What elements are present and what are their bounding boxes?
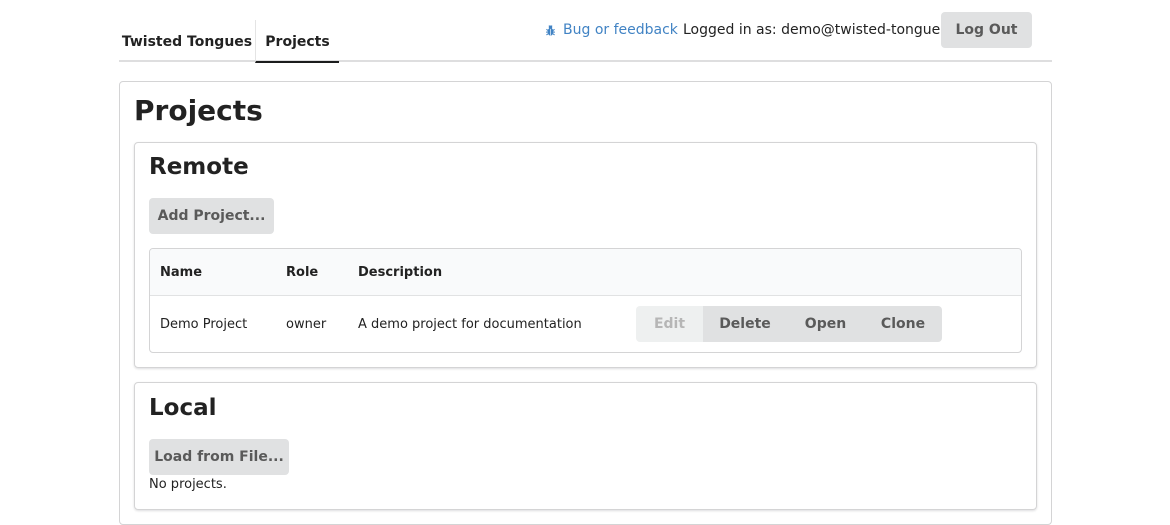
column-header-role: Role bbox=[286, 265, 319, 280]
local-title: Local bbox=[149, 395, 217, 421]
column-header-description: Description bbox=[358, 265, 443, 280]
tab-label: Twisted Tongues bbox=[121, 34, 253, 50]
delete-button[interactable]: Delete bbox=[703, 306, 787, 342]
cell-description: A demo project for documentation bbox=[358, 317, 582, 332]
column-header-name: Name bbox=[160, 265, 203, 280]
remote-title: Remote bbox=[149, 154, 249, 180]
feedback-label: Bug or feedback bbox=[563, 22, 678, 38]
empty-state-text: No projects. bbox=[149, 477, 227, 492]
tab-projects[interactable]: Projects bbox=[255, 20, 339, 63]
cell-name: Demo Project bbox=[160, 317, 248, 332]
local-section: Local Load from File... No projects. bbox=[134, 382, 1037, 510]
tab-twisted-tongues[interactable]: Twisted Tongues bbox=[119, 20, 255, 62]
table-header: Name Role Description bbox=[150, 249, 1021, 296]
remote-section: Remote Add Project... Name Role Descript… bbox=[134, 142, 1037, 368]
open-button[interactable]: Open bbox=[787, 306, 864, 342]
top-nav: Twisted Tongues Projects Bug or feedback… bbox=[119, 0, 1052, 63]
logout-button[interactable]: Log Out bbox=[941, 12, 1032, 48]
edit-button[interactable]: Edit bbox=[636, 306, 703, 342]
clone-button[interactable]: Clone bbox=[864, 306, 942, 342]
projects-panel: Projects Remote Add Project... Name Role… bbox=[119, 81, 1052, 525]
feedback-link[interactable]: Bug or feedback bbox=[544, 20, 678, 40]
add-project-button[interactable]: Add Project... bbox=[149, 198, 274, 234]
bug-icon bbox=[546, 24, 555, 36]
tab-label: Projects bbox=[265, 33, 330, 50]
load-from-file-button[interactable]: Load from File... bbox=[149, 439, 289, 475]
page-title: Projects bbox=[134, 94, 263, 127]
projects-table: Name Role Description Demo Project owner… bbox=[149, 248, 1022, 353]
row-actions: Edit Delete Open Clone bbox=[636, 306, 942, 342]
logged-in-label: Logged in as: demo@twisted-tongues.com bbox=[683, 22, 982, 38]
cell-role: owner bbox=[286, 317, 327, 332]
